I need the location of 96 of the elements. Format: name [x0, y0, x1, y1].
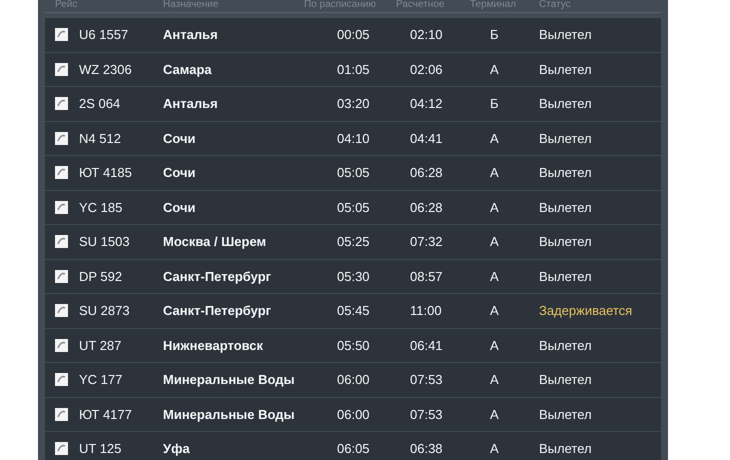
- estimated-time: 06:41: [410, 338, 443, 352]
- estimated-time: 07:53: [410, 372, 443, 387]
- terminal: А: [490, 165, 499, 180]
- flight-status: Вылетел: [539, 441, 592, 456]
- scheduled-time: 03:20: [337, 96, 370, 111]
- destination: Санкт-Петербург: [163, 268, 272, 284]
- flight-number: SU 1503: [79, 233, 130, 251]
- terminal: Б: [490, 96, 499, 111]
- flight-status: Вылетел: [539, 268, 592, 284]
- airline-logo-icon: [55, 28, 68, 42]
- flight-number: YC 177: [79, 371, 122, 389]
- destination: Санкт-Петербург: [163, 303, 272, 318]
- column-header: Статус: [539, 0, 571, 10]
- scheduled-time: 01:05: [337, 62, 370, 76]
- scheduled-time: 04:10: [337, 130, 370, 146]
- flight-number: 2S 064: [79, 95, 120, 113]
- airline-logo-icon: [55, 166, 68, 180]
- airline-logo-icon: [55, 97, 68, 110]
- airline-logo-icon: [55, 132, 68, 145]
- flight-status: Вылетел: [539, 200, 592, 214]
- flight-number: WZ 2306: [79, 60, 132, 78]
- destination: Уфа: [163, 441, 190, 456]
- terminal: Б: [490, 27, 499, 42]
- column-header: Назначение: [163, 0, 219, 10]
- estimated-time: 06:38: [410, 441, 443, 456]
- airline-logo-icon: [55, 304, 68, 318]
- terminal: А: [490, 406, 499, 422]
- estimated-time: 02:06: [410, 62, 443, 76]
- flight-number: UT 125: [79, 440, 122, 458]
- estimated-time: 06:28: [410, 165, 443, 180]
- terminal: А: [490, 303, 499, 318]
- flight-status: Вылетел: [539, 234, 592, 249]
- scheduled-time: 06:05: [337, 441, 370, 456]
- scheduled-time: 05:45: [337, 303, 370, 318]
- terminal: А: [490, 234, 499, 249]
- destination: Москва / Шерем: [163, 234, 266, 249]
- column-header: Расчетное: [396, 0, 444, 10]
- column-header: По расписанию: [304, 0, 376, 10]
- destination: Сочи: [163, 200, 196, 214]
- destination: Минеральные Воды: [163, 372, 295, 387]
- flight-number: SU 2873: [79, 302, 130, 320]
- destination: Сочи: [163, 165, 196, 180]
- flight-status: Вылетел: [539, 96, 592, 111]
- flight-number: DP 592: [79, 268, 122, 286]
- terminal: А: [490, 268, 499, 284]
- airline-logo-icon: [55, 338, 68, 352]
- estimated-time: 04:12: [410, 96, 443, 111]
- terminal: А: [490, 338, 499, 352]
- terminal: А: [490, 62, 499, 76]
- flight-status: Вылетел: [539, 130, 592, 146]
- flight-number: YC 185: [79, 198, 122, 216]
- terminal: А: [490, 441, 499, 456]
- scheduled-time: 05:05: [337, 165, 370, 180]
- estimated-time: 04:41: [410, 130, 443, 146]
- scheduled-time: 06:00: [337, 372, 370, 387]
- airline-logo-icon: [55, 442, 68, 456]
- flight-status: Вылетел: [539, 406, 592, 422]
- airline-logo-icon: [55, 270, 68, 283]
- flight-status: Задерживается: [539, 303, 632, 318]
- flight-number: ЮТ 4185: [79, 164, 132, 182]
- airline-logo-icon: [55, 62, 68, 76]
- destination: Самара: [163, 62, 212, 76]
- airline-logo-icon: [55, 408, 68, 421]
- scheduled-time: 05:30: [337, 268, 370, 284]
- estimated-time: 02:10: [410, 27, 443, 42]
- flight-number: ЮТ 4177: [79, 406, 132, 424]
- airline-logo-icon: [55, 235, 68, 248]
- flight-status: Вылетел: [539, 372, 592, 387]
- estimated-time: 07:32: [410, 234, 443, 249]
- flight-status: Вылетел: [539, 338, 592, 352]
- destination: Нижневартовск: [163, 338, 264, 352]
- scheduled-time: 06:00: [337, 406, 370, 422]
- terminal: А: [490, 372, 499, 387]
- airline-logo-icon: [55, 200, 68, 214]
- flight-number: N4 512: [79, 130, 121, 148]
- flight-status: Вылетел: [539, 165, 592, 180]
- estimated-time: 07:53: [410, 406, 443, 422]
- flight-status: Вылетел: [539, 27, 592, 42]
- terminal: А: [490, 130, 499, 146]
- estimated-time: 08:57: [410, 268, 443, 284]
- scheduled-time: 00:05: [337, 27, 370, 42]
- estimated-time: 11:00: [410, 303, 442, 318]
- terminal: А: [490, 200, 499, 214]
- scheduled-time: 05:25: [337, 234, 370, 249]
- flight-number: UT 287: [79, 336, 122, 354]
- flight-number: U6 1557: [79, 26, 128, 44]
- estimated-time: 06:28: [410, 200, 443, 214]
- scheduled-time: 05:05: [337, 200, 370, 214]
- flight-status: Вылетел: [539, 62, 592, 76]
- column-header: Терминал: [470, 0, 516, 10]
- scheduled-time: 05:50: [337, 338, 370, 352]
- destination: Анталья: [163, 96, 218, 111]
- destination: Сочи: [163, 130, 196, 146]
- destination: Анталья: [163, 27, 218, 42]
- airline-logo-icon: [55, 373, 68, 386]
- destination: Минеральные Воды: [163, 406, 295, 422]
